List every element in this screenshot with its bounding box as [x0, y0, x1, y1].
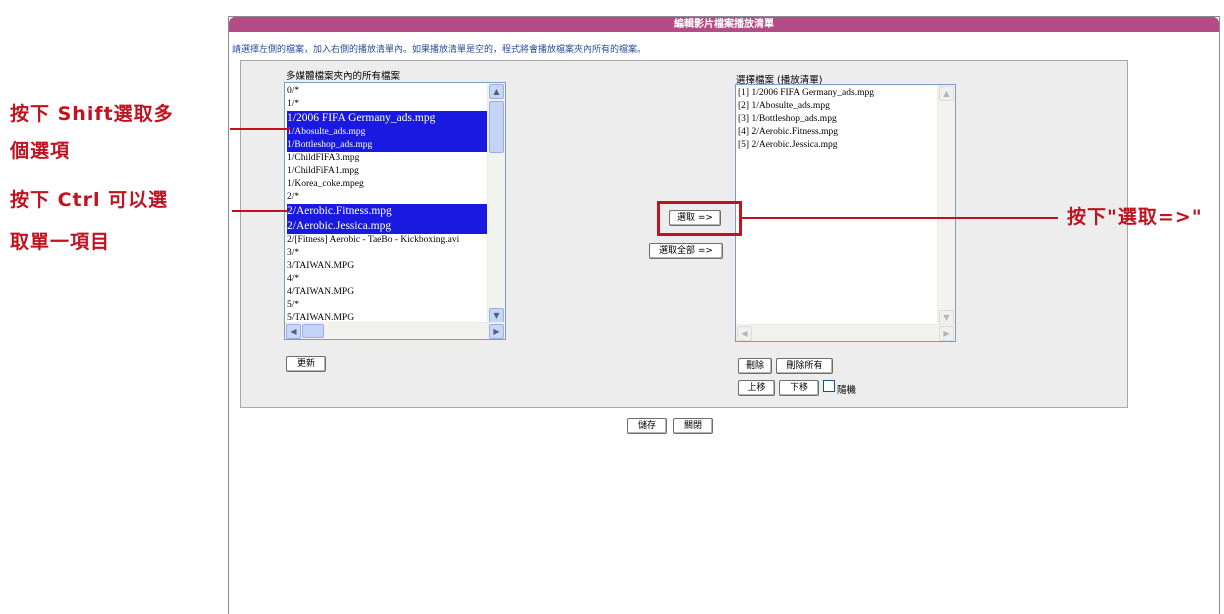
right-vertical-scrollbar[interactable]: ▲ ▼ [937, 85, 955, 326]
playlist-item[interactable]: [5] 2/Aerobic.Jessica.mpg [738, 139, 938, 151]
left-vertical-scrollbar[interactable]: ▲ ▼ [487, 83, 505, 324]
annotation-shift-line1: 按下 Shift選取多 [10, 103, 174, 125]
left-list-item[interactable]: 1/Korea_coke.mpeg [287, 178, 487, 191]
scroll-up-icon[interactable]: ▲ [489, 84, 504, 99]
left-list-item[interactable]: 1/Abosulte_ads.mpg [287, 126, 487, 139]
scroll-right-icon[interactable]: ▶ [489, 324, 504, 339]
annotation-ctrl-line2: 取單一項目 [10, 231, 111, 253]
move-up-button[interactable]: 上移 [738, 380, 775, 396]
dialog-title: 編輯影片檔案播放清單 [229, 17, 1219, 32]
select-button-highlight [657, 201, 742, 236]
delete-button[interactable]: 刪除 [738, 358, 772, 374]
move-down-button[interactable]: 下移 [779, 380, 819, 396]
left-list-item[interactable]: 2/Aerobic.Fitness.mpg [287, 204, 487, 219]
playlist-listbox[interactable]: [1] 1/2006 FIFA Germany_ads.mpg [2] 1/Abo… [735, 84, 956, 342]
shuffle-label: 隨機 [837, 385, 857, 396]
left-list-item[interactable]: 5/* [287, 299, 487, 312]
playlist-item[interactable]: [4] 2/Aerobic.Fitness.mpg [738, 126, 938, 138]
scroll-thumb-horizontal[interactable] [302, 324, 324, 338]
left-list-item[interactable]: 2/Aerobic.Jessica.mpg [287, 219, 487, 234]
close-button[interactable]: 關閉 [673, 418, 713, 434]
left-list-item[interactable]: 4/* [287, 273, 487, 286]
left-horizontal-scrollbar[interactable]: ◀ ▶ [285, 322, 505, 339]
annotation-select-note: 按下"選取=>" [1067, 206, 1203, 228]
left-list-item[interactable]: 2/* [287, 191, 487, 204]
select-all-button[interactable]: 選取全部 => [649, 243, 723, 259]
save-button[interactable]: 儲存 [627, 418, 667, 434]
left-list-item[interactable]: 1/Bottleshop_ads.mpg [287, 139, 487, 152]
shuffle-checkbox[interactable] [823, 380, 835, 392]
annotation-shift-line2: 個選項 [10, 140, 71, 162]
right-horizontal-scrollbar[interactable]: ◀ ▶ [736, 324, 955, 341]
left-list-item[interactable]: 3/* [287, 247, 487, 260]
delete-all-button[interactable]: 刪除所有 [776, 358, 833, 374]
scroll-right-icon[interactable]: ▶ [939, 326, 954, 341]
scroll-down-icon[interactable]: ▼ [939, 310, 954, 325]
playlist-item[interactable]: [1] 1/2006 FIFA Germany_ads.mpg [738, 87, 938, 99]
left-list-item[interactable]: 2/[Fitness] Aerobic - TaeBo - Kickboxing… [287, 234, 487, 247]
scroll-left-icon[interactable]: ◀ [737, 326, 752, 341]
left-list-item[interactable]: 1/2006 FIFA Germany_ads.mpg [287, 111, 487, 126]
annotation-ctrl-line1: 按下 Ctrl 可以選 [10, 189, 169, 211]
scroll-up-icon[interactable]: ▲ [939, 86, 954, 101]
scroll-down-icon[interactable]: ▼ [489, 308, 504, 323]
annotation-select-pointer [740, 217, 1058, 219]
playlist-item[interactable]: [2] 1/Abosulte_ads.mpg [738, 100, 938, 112]
left-list-item[interactable]: 3/TAIWAN.MPG [287, 260, 487, 273]
annotation-ctrl-pointer [232, 210, 288, 212]
scroll-left-icon[interactable]: ◀ [286, 324, 301, 339]
playlist-item[interactable]: [3] 1/Bottleshop_ads.mpg [738, 113, 938, 125]
left-list-item[interactable]: 1/ChildFIFA3.mpg [287, 152, 487, 165]
instruction-text: 請選擇左側的檔案，加入右側的播放清單內。如果播放清單是空的，程式將會播放檔案夾內… [232, 45, 647, 55]
left-list-caption: 多媒體檔案夾內的所有檔案 [286, 71, 401, 82]
left-list-item[interactable]: 4/TAIWAN.MPG [287, 286, 487, 299]
media-file-listbox[interactable]: 0/* 1/* 1/2006 FIFA Germany_ads.mpg 1/Abosu… [284, 82, 506, 340]
left-list-item[interactable]: 1/* [287, 98, 487, 111]
annotation-shift-pointer [230, 128, 290, 130]
left-list-item[interactable]: 0/* [287, 85, 487, 98]
left-list-item[interactable]: 1/ChildFiFA1.mpg [287, 165, 487, 178]
refresh-button[interactable]: 更新 [286, 356, 326, 372]
scroll-thumb[interactable] [489, 101, 504, 153]
